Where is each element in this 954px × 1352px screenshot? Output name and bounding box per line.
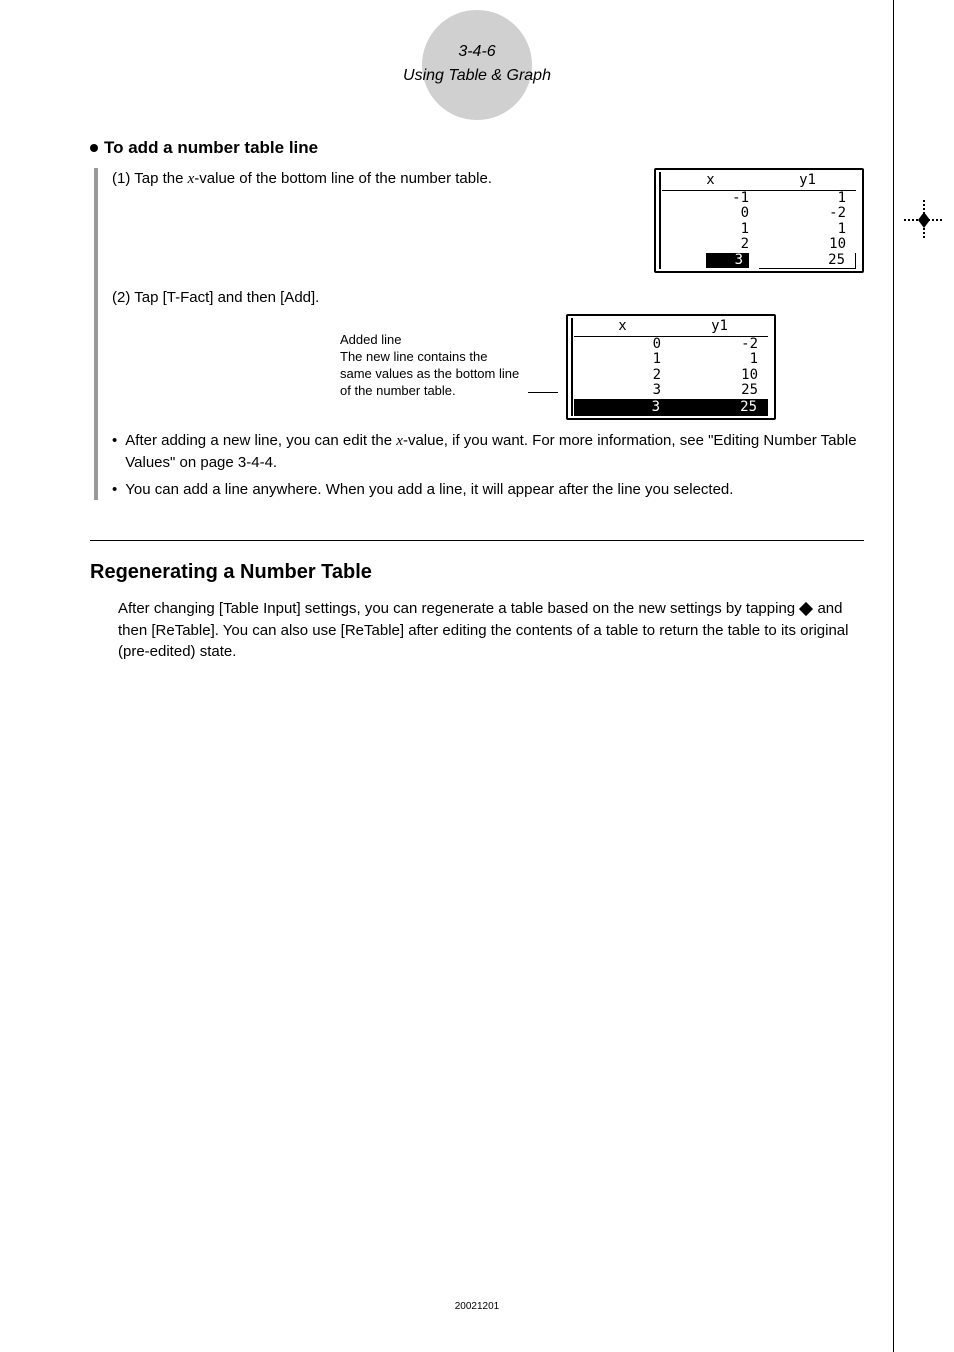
cell-y: 1 bbox=[759, 191, 856, 206]
diamond-icon bbox=[799, 602, 813, 616]
table2-head-x: x bbox=[574, 318, 671, 336]
bullet-icon: • bbox=[112, 430, 117, 473]
table-row: 325 bbox=[662, 253, 856, 269]
cell-x: 3 bbox=[574, 399, 671, 416]
cell-y: -2 bbox=[759, 206, 856, 221]
cell-x: 0 bbox=[574, 337, 671, 352]
cell-x: 3 bbox=[662, 253, 759, 269]
section2-body: After changing [Table Input] settings, y… bbox=[118, 598, 864, 663]
procedure-block: (1) Tap the x -value of the bottom line o… bbox=[94, 168, 864, 500]
step-2: (2) Tap [T-Fact] and then [Add]. bbox=[112, 287, 864, 308]
annotation: Added line The new line contains the sam… bbox=[340, 314, 520, 400]
content: To add a number table line (1) Tap the x… bbox=[90, 138, 864, 663]
cell-y: 25 bbox=[759, 253, 856, 269]
cell-x: 3 bbox=[574, 383, 671, 398]
leader-line bbox=[528, 392, 558, 393]
annotation-body: The new line contains the same values as… bbox=[340, 349, 520, 400]
cell-x: 1 bbox=[574, 352, 671, 367]
cell-x: 2 bbox=[662, 237, 759, 252]
cell-x: 0 bbox=[662, 206, 759, 221]
note-item: • You can add a line anywhere. When you a… bbox=[112, 479, 864, 500]
cell-x: 1 bbox=[662, 222, 759, 237]
bullet-icon bbox=[90, 144, 98, 152]
cell-y: 1 bbox=[671, 352, 768, 367]
section-title: Using Table & Graph bbox=[90, 64, 864, 88]
section-divider bbox=[90, 540, 864, 541]
table-row: 0-2 bbox=[662, 206, 856, 221]
procedure-heading: To add a number table line bbox=[90, 138, 864, 158]
cell-y: 25 bbox=[671, 383, 768, 398]
table-row: 11 bbox=[662, 222, 856, 237]
notes: •After adding a new line, you can edit t… bbox=[112, 430, 864, 500]
table-row: 325 bbox=[574, 383, 768, 398]
number-table-after: x y1 0-211210325325 bbox=[566, 314, 776, 420]
page: 3-4-6 Using Table & Graph To add a numbe… bbox=[0, 0, 954, 1352]
section2-title: Regenerating a Number Table bbox=[90, 561, 864, 584]
cell-y: -2 bbox=[671, 337, 768, 352]
page-header: 3-4-6 Using Table & Graph bbox=[90, 20, 864, 88]
note-text: After adding a new line, you can edit th… bbox=[125, 430, 864, 473]
table-row: 210 bbox=[574, 368, 768, 383]
table-row: 0-2 bbox=[574, 337, 768, 352]
right-margin-rule bbox=[893, 0, 894, 1352]
number-table-before: x y1 -110-211210325 bbox=[654, 168, 864, 273]
cell-x: 2 bbox=[574, 368, 671, 383]
step1-b: -value of the bottom line of the number … bbox=[194, 170, 492, 187]
step2-text: (2) Tap [T-Fact] and then [Add]. bbox=[112, 287, 864, 308]
section-number: 3-4-6 bbox=[90, 40, 864, 64]
table1-head-y: y1 bbox=[759, 172, 856, 190]
annotation-title: Added line bbox=[340, 332, 520, 349]
cell-x: -1 bbox=[662, 191, 759, 206]
step1-a: (1) Tap the bbox=[112, 170, 188, 187]
note-text: You can add a line anywhere. When you ad… bbox=[125, 479, 733, 500]
footer-number: 20021201 bbox=[0, 1301, 954, 1312]
cell-y: 10 bbox=[759, 237, 856, 252]
cell-y: 25 bbox=[671, 399, 768, 416]
step-1: (1) Tap the x -value of the bottom line o… bbox=[112, 168, 864, 273]
crop-mark-icon bbox=[904, 200, 944, 240]
section2-body-a: After changing [Table Input] settings, y… bbox=[118, 600, 799, 617]
table1-head-x: x bbox=[662, 172, 759, 190]
table-row: -11 bbox=[662, 191, 856, 206]
cell-y: 1 bbox=[759, 222, 856, 237]
table2-head-y: y1 bbox=[671, 318, 768, 336]
annotation-row: Added line The new line contains the sam… bbox=[112, 314, 864, 420]
table-row: 325 bbox=[574, 399, 768, 416]
cell-y: 10 bbox=[671, 368, 768, 383]
bullet-icon: • bbox=[112, 479, 117, 500]
heading-text: To add a number table line bbox=[104, 138, 318, 158]
table-row: 210 bbox=[662, 237, 856, 252]
note-item: •After adding a new line, you can edit t… bbox=[112, 430, 864, 473]
table-row: 11 bbox=[574, 352, 768, 367]
